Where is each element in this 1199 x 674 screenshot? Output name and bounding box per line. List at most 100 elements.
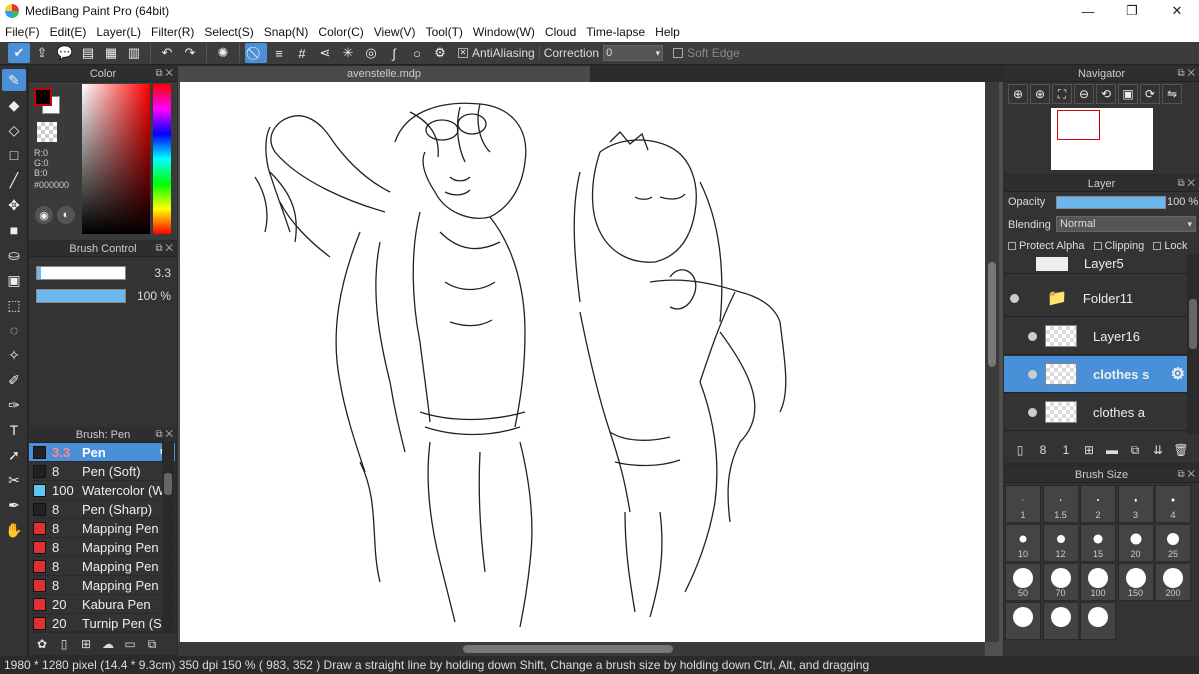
snap-off-icon[interactable]: ⃠ — [245, 43, 267, 63]
gradient-tool-icon[interactable]: ▣ — [2, 269, 26, 291]
brush-list-item[interactable]: 8 Mapping Pen — [29, 519, 175, 538]
layer-list-scrollbar[interactable] — [1187, 254, 1199, 434]
brush-list-scrollbar[interactable] — [162, 443, 174, 631]
palette-icon[interactable]: ◉ — [35, 206, 53, 224]
brush-list-item[interactable]: 8 Pen (Soft) — [29, 462, 175, 481]
actual-size-icon[interactable]: ▣ — [1118, 84, 1138, 104]
brush-list-item[interactable]: 20 Kabura Pen — [29, 595, 175, 614]
brush-size-cell[interactable]: 50 — [1005, 563, 1041, 601]
layer-settings-gear-icon[interactable]: ⚙ — [1171, 364, 1185, 384]
menu-layer[interactable]: Layer(L) — [91, 25, 146, 39]
magic-wand-tool-icon[interactable]: ✧ — [2, 344, 26, 366]
zoom-in-icon[interactable]: ⊕ — [1008, 84, 1028, 104]
rotate-left-icon[interactable]: ⟲ — [1096, 84, 1116, 104]
concentric-snap-icon[interactable]: ◎ — [360, 43, 382, 63]
brush-list-item[interactable]: 8 Mapping Pen ( — [29, 576, 175, 595]
brush-size-cell[interactable]: 25 — [1155, 524, 1191, 562]
brush-list-item[interactable]: 100 Watercolor (W — [29, 481, 175, 500]
shape-tool-icon[interactable]: □ — [2, 144, 26, 166]
menu-edit[interactable]: Edit(E) — [45, 25, 92, 39]
menu-tool[interactable]: Tool(T) — [421, 25, 468, 39]
menu-view[interactable]: View(V) — [369, 25, 421, 39]
share-icon[interactable]: ⇪ — [31, 43, 53, 63]
folder-row[interactable]: 📁 Folder11 — [1004, 280, 1187, 317]
select-rect-tool-icon[interactable]: ⬚ — [2, 294, 26, 316]
flip-icon[interactable]: ⇋ — [1162, 84, 1182, 104]
brush-list-item[interactable]: 20 Turnip Pen (Sc — [29, 614, 175, 633]
brush-list-item[interactable]: 8 Pen (Sharp) — [29, 500, 175, 519]
brush-mode-icon[interactable]: ✔ — [8, 43, 30, 63]
document-tab[interactable]: avenstelle.mdp — [178, 66, 590, 82]
visibility-icon[interactable] — [1028, 369, 1037, 379]
minimize-button[interactable]: — — [1066, 0, 1110, 22]
panel-close-icon[interactable]: ⧉ ✕ — [1177, 66, 1195, 82]
menu-color[interactable]: Color(C) — [313, 25, 368, 39]
brush-add-icon[interactable]: ✿ — [33, 635, 51, 653]
divide-tool-icon[interactable]: ✂ — [2, 469, 26, 491]
protect-alpha-checkbox[interactable] — [1008, 242, 1016, 251]
fit-screen-icon[interactable]: ⛶ — [1052, 84, 1072, 104]
brush-import-icon[interactable]: ⊞ — [77, 635, 95, 653]
lasso-tool-icon[interactable]: ◌ — [2, 319, 26, 341]
transform-icon[interactable]: ✺ — [212, 43, 234, 63]
panel-close-icon[interactable]: ⧉ ✕ — [155, 241, 173, 257]
menu-snap[interactable]: Snap(N) — [259, 25, 314, 39]
brush-size-cell[interactable]: 4 — [1155, 485, 1191, 523]
new-folder-icon[interactable]: ▬ — [1102, 440, 1122, 460]
new-1bit-layer-icon[interactable]: 1 — [1056, 440, 1076, 460]
radial-snap-icon[interactable]: ✳ — [337, 43, 359, 63]
dot-eraser-tool-icon[interactable]: ◇ — [2, 119, 26, 141]
layer-row[interactable]: clothes a — [1004, 394, 1187, 431]
brush-opacity-slider[interactable] — [36, 289, 126, 303]
menu-help[interactable]: Help — [650, 25, 685, 39]
delete-layer-icon[interactable]: 🗑 — [1171, 440, 1191, 460]
menu-file[interactable]: File(F) — [0, 25, 45, 39]
add-layer-menu-icon[interactable]: ⊞ — [1079, 440, 1099, 460]
brush-new-icon[interactable]: ▯ — [55, 635, 73, 653]
rotate-right-icon[interactable]: ⟳ — [1140, 84, 1160, 104]
hand-tool-icon[interactable]: ✋ — [2, 519, 26, 541]
zoom-out-icon[interactable]: ⊖ — [1074, 84, 1094, 104]
navigator-thumbnail[interactable] — [1051, 108, 1153, 170]
snap-settings-icon[interactable]: ⚙ — [429, 43, 451, 63]
visibility-icon[interactable] — [1010, 293, 1019, 303]
panel-close-icon[interactable]: ⧉ ✕ — [155, 427, 173, 443]
brush-size-slider[interactable] — [36, 266, 126, 280]
brush-list-item[interactable]: 8 Mapping Pen ( — [29, 538, 175, 557]
eraser-tool-icon[interactable]: ◆ — [2, 94, 26, 116]
navigator-viewport[interactable] — [1057, 110, 1100, 140]
brush-size-cell[interactable]: 15 — [1080, 524, 1116, 562]
brush-cloud-icon[interactable]: ☁ — [99, 635, 117, 653]
layer-opacity-slider[interactable] — [1056, 196, 1166, 209]
brush-size-cell[interactable]: 1.5 — [1042, 485, 1079, 523]
brush-size-cell[interactable]: 3 — [1117, 485, 1154, 523]
transparent-color-swatch[interactable] — [37, 122, 57, 142]
menu-filter[interactable]: Filter(R) — [146, 25, 199, 39]
brush-size-cell[interactable] — [1005, 602, 1041, 640]
fill-rect-tool-icon[interactable]: ■ — [2, 219, 26, 241]
circle-snap-icon[interactable]: ○ — [406, 43, 428, 63]
brush-size-cell[interactable] — [1080, 602, 1116, 640]
canvas-area[interactable] — [178, 82, 1003, 656]
zoom-in-alt-icon[interactable]: ⊕ — [1030, 84, 1050, 104]
merge-layer-icon[interactable]: ⇊ — [1148, 440, 1168, 460]
layer-row-selected[interactable]: clothes s ⚙ — [1004, 356, 1187, 393]
visibility-icon[interactable] — [1028, 407, 1037, 417]
hue-slider[interactable] — [153, 84, 171, 234]
curve-snap-icon[interactable]: ∫ — [383, 43, 405, 63]
brush-size-cell[interactable]: 150 — [1117, 563, 1154, 601]
color-wheel-icon[interactable]: ◐ — [57, 206, 75, 224]
duplicate-layer-icon[interactable]: ⧉ — [1125, 440, 1145, 460]
clipping-checkbox[interactable] — [1093, 242, 1102, 251]
new-layer-icon[interactable]: ▯ — [1010, 440, 1030, 460]
menu-window[interactable]: Window(W) — [468, 25, 540, 39]
brush-copy-icon[interactable]: ⧉ — [143, 635, 161, 653]
brush-size-cell[interactable]: 2 — [1080, 485, 1116, 523]
new-8bit-layer-icon[interactable]: 8 — [1033, 440, 1053, 460]
undo-icon[interactable]: ↶ — [156, 43, 178, 63]
redo-icon[interactable]: ↷ — [179, 43, 201, 63]
menu-select[interactable]: Select(S) — [199, 25, 258, 39]
page-icon[interactable]: ▦ — [100, 43, 122, 63]
canvas-vertical-scrollbar[interactable] — [985, 82, 999, 642]
panel-close-icon[interactable]: ⧉ ✕ — [155, 66, 173, 82]
